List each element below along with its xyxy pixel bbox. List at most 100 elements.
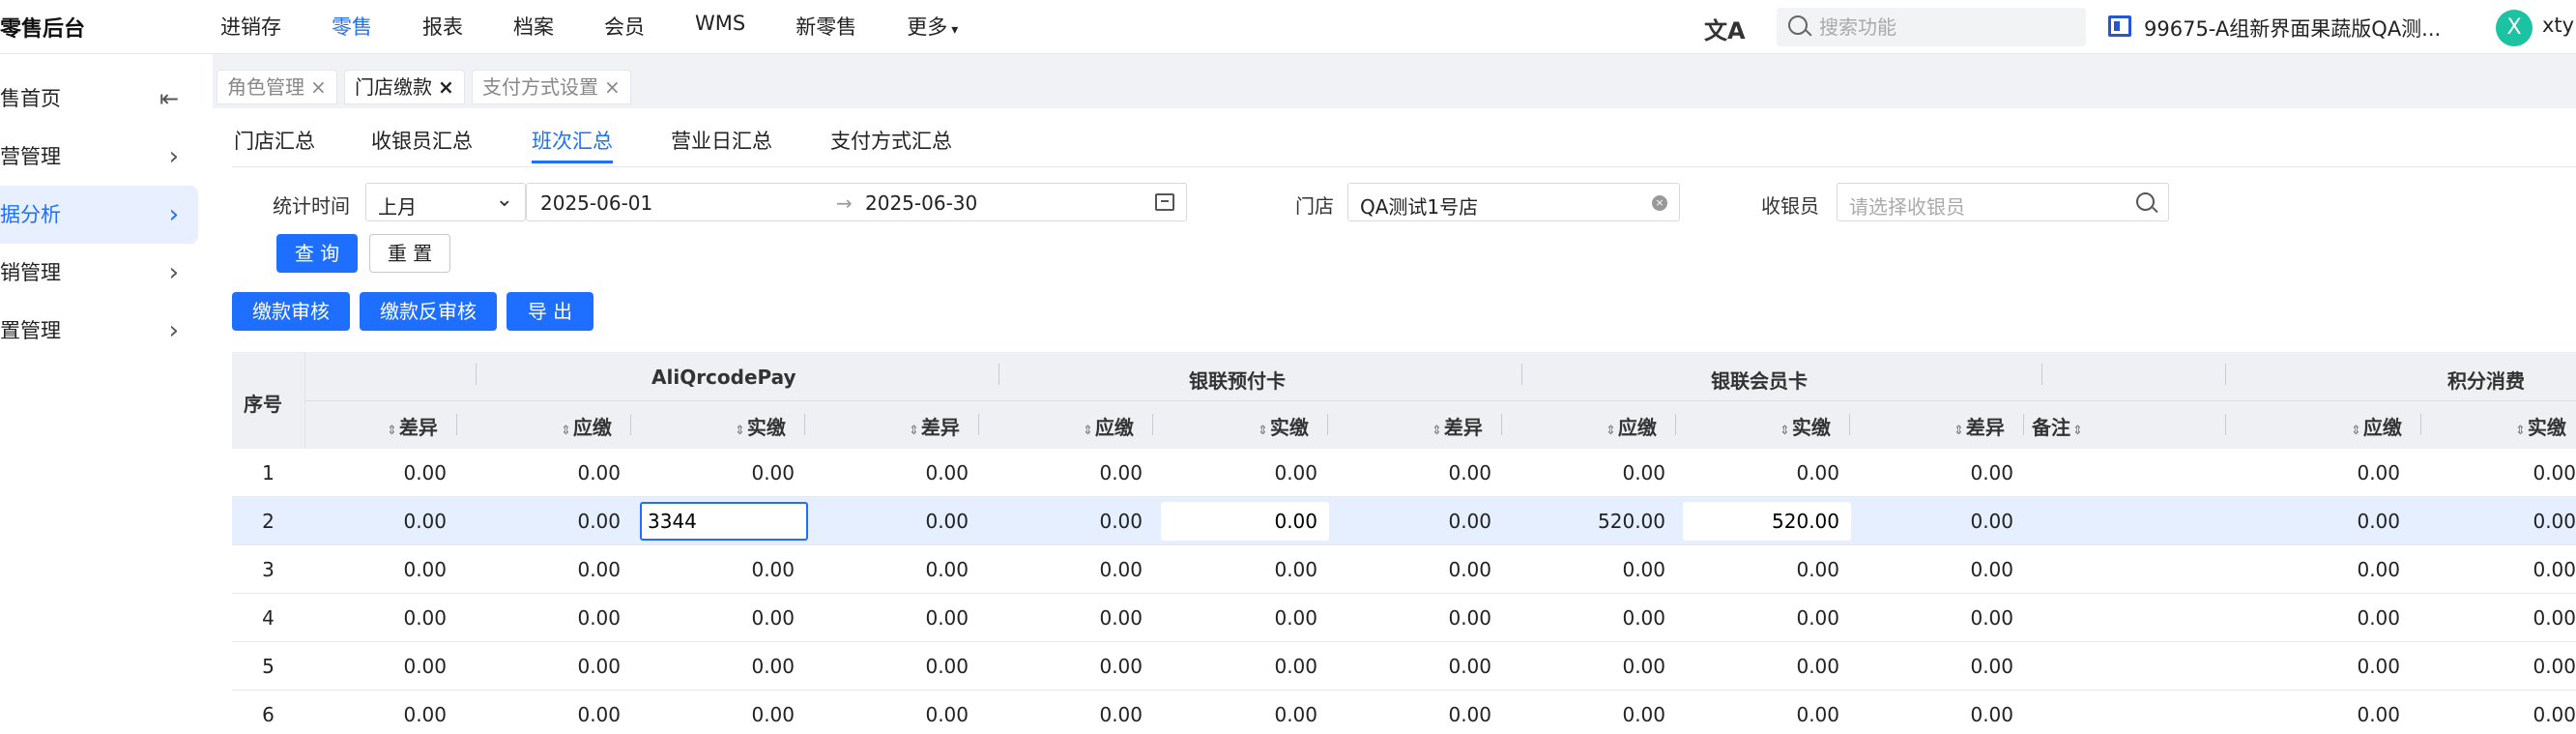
header-divider xyxy=(630,414,631,435)
sub-header-diff[interactable]: ⇕ 差异 xyxy=(1432,412,1483,440)
store-switcher[interactable]: 99675-A组新界面果蔬版QA测... xyxy=(2144,14,2441,43)
end-date[interactable]: 2025-06-30 xyxy=(865,191,977,215)
reset-button[interactable]: 重 置 xyxy=(369,234,450,273)
sort-icon[interactable]: ⇕ xyxy=(561,424,571,438)
table-row[interactable]: 20.000.000.000.000.00520.000.000.000.00 xyxy=(232,497,2576,545)
sub-header-due[interactable]: ⇕ 应缴 xyxy=(1083,412,1134,440)
subtab-cashier-summary[interactable]: 收银员汇总 xyxy=(371,126,473,155)
nav-item-members[interactable]: 会员 xyxy=(604,12,645,41)
table-cell: 0.00 xyxy=(925,606,969,630)
sort-icon[interactable]: ⇕ xyxy=(1083,424,1093,438)
clear-icon[interactable]: × xyxy=(1652,195,1667,211)
sidebar-item-promotion[interactable]: 销管理 › xyxy=(0,244,198,302)
header-divider xyxy=(1675,414,1676,435)
collapse-icon[interactable]: ⇤ xyxy=(159,70,179,128)
arrow-right-icon: → xyxy=(836,191,853,215)
paid-amount-input[interactable] xyxy=(1683,502,1851,541)
sub-header-label: 实缴 xyxy=(1269,416,1309,439)
sort-icon[interactable]: ⇕ xyxy=(2515,424,2526,438)
sidebar-item-label: 置管理 xyxy=(0,319,61,342)
subtab-store-summary[interactable]: 门店汇总 xyxy=(234,126,315,155)
nav-item-archive[interactable]: 档案 xyxy=(513,12,554,41)
table-cell: 0.00 xyxy=(1796,606,1839,630)
table-row[interactable]: 6 0.00 0.00 0.00 0.00 0.00 0.00 0.00 0.00 0.00 0.0… xyxy=(232,690,2576,734)
avatar[interactable]: X xyxy=(2496,10,2533,46)
nav-item-reports[interactable]: 报表 xyxy=(422,12,463,41)
table-cell: 0.00 xyxy=(925,655,969,678)
translate-icon[interactable]: 文A xyxy=(1704,12,1746,45)
sub-header-paid[interactable]: ⇕ 实缴 xyxy=(2515,412,2566,440)
search-icon[interactable] xyxy=(2136,192,2155,211)
store-select[interactable]: QA测试1号店 × xyxy=(1347,183,1680,221)
sub-header-remark[interactable]: 备注 ⇕ xyxy=(2032,412,2085,440)
sub-header-due[interactable]: ⇕ 应缴 xyxy=(2351,412,2402,440)
page-tabs-bar: 角色管理 × 门店缴款 × 支付方式设置 × xyxy=(213,54,2576,108)
sub-header-diff[interactable]: ⇕ 差异 xyxy=(387,412,438,440)
sidebar-item-settings[interactable]: 置管理 › xyxy=(0,302,198,360)
tab-role-management[interactable]: 角色管理 × xyxy=(217,70,337,104)
table-row[interactable]: 1 0.00 0.00 0.00 0.00 0.00 0.00 0.00 0.00 0.00 0.0… xyxy=(232,449,2576,497)
sort-icon[interactable]: ⇕ xyxy=(2072,424,2083,438)
table-cell: 0.00 xyxy=(1970,461,2013,484)
tab-payment-method-settings[interactable]: 支付方式设置 × xyxy=(472,70,631,104)
sort-icon[interactable]: ⇕ xyxy=(735,424,745,438)
sub-header-diff[interactable]: ⇕ 差异 xyxy=(1954,412,2005,440)
export-button[interactable]: 导 出 xyxy=(507,292,593,331)
close-icon[interactable]: × xyxy=(310,75,327,99)
paid-amount-input[interactable] xyxy=(640,502,808,541)
sort-icon[interactable]: ⇕ xyxy=(1954,424,1964,438)
table-cell: 0.00 xyxy=(925,703,969,726)
tab-store-payment[interactable]: 门店缴款 × xyxy=(344,70,465,104)
sidebar-item-data-analysis[interactable]: 据分析 › xyxy=(0,186,198,244)
sidebar-item-label: 据分析 xyxy=(0,203,61,226)
start-date[interactable]: 2025-06-01 xyxy=(540,191,652,215)
close-icon[interactable]: × xyxy=(438,75,454,99)
search-box[interactable] xyxy=(1777,8,2086,46)
period-select[interactable]: 上月 ⌄ xyxy=(365,183,526,221)
sub-header-diff[interactable]: ⇕ 差异 xyxy=(909,412,960,440)
close-icon[interactable]: × xyxy=(604,75,621,99)
table-row[interactable]: 3 0.00 0.00 0.00 0.00 0.00 0.00 0.00 0.00 0.00 0.0… xyxy=(232,545,2576,594)
sort-icon[interactable]: ⇕ xyxy=(1780,424,1790,438)
nav-item-retail[interactable]: 零售 xyxy=(332,12,372,41)
paid-amount-input[interactable] xyxy=(1161,502,1329,541)
sub-header-paid[interactable]: ⇕ 实缴 xyxy=(1258,412,1309,440)
table-cell: 0.00 xyxy=(2533,510,2576,533)
sort-icon[interactable]: ⇕ xyxy=(909,424,919,438)
nav-item-inventory[interactable]: 进销存 xyxy=(220,12,281,41)
header-divider xyxy=(1327,414,1328,435)
header-divider xyxy=(1501,414,1502,435)
subtab-shift-summary[interactable]: 班次汇总 xyxy=(532,126,613,163)
sort-icon[interactable]: ⇕ xyxy=(1432,424,1442,438)
query-button[interactable]: 查 询 xyxy=(276,234,358,273)
sub-header-due[interactable]: ⇕ 应缴 xyxy=(561,412,612,440)
username[interactable]: xty1 xyxy=(2542,14,2576,37)
sort-icon[interactable]: ⇕ xyxy=(2351,424,2361,438)
sub-header-due[interactable]: ⇕ 应缴 xyxy=(1606,412,1657,440)
payment-approve-button[interactable]: 缴款审核 xyxy=(232,292,350,331)
nav-item-more[interactable]: 更多 ▾ xyxy=(907,12,958,41)
nav-item-wms[interactable]: WMS xyxy=(695,12,745,41)
header-divider xyxy=(2023,414,2024,435)
date-range-picker[interactable]: 2025-06-01 → 2025-06-30 xyxy=(526,183,1187,221)
table-row[interactable]: 5 0.00 0.00 0.00 0.00 0.00 0.00 0.00 0.00 0.00 0.0… xyxy=(232,642,2576,690)
table-cell: 0.00 xyxy=(1448,703,1491,726)
sort-icon[interactable]: ⇕ xyxy=(1258,424,1268,438)
sort-icon[interactable]: ⇕ xyxy=(1606,424,1616,438)
sidebar-item-operations[interactable]: 营管理 › xyxy=(0,128,198,186)
cashier-select[interactable]: 请选择收银员 xyxy=(1837,183,2169,221)
nav-item-new-retail[interactable]: 新零售 xyxy=(796,12,856,41)
sub-header-paid[interactable]: ⇕ 实缴 xyxy=(1780,412,1831,440)
search-input[interactable] xyxy=(1819,8,2070,46)
subtab-business-day-summary[interactable]: 营业日汇总 xyxy=(671,126,772,155)
sub-header-label: 差异 xyxy=(398,416,438,439)
header-row-divider xyxy=(304,400,2576,401)
sort-icon[interactable]: ⇕ xyxy=(387,424,397,438)
sidebar-item-home[interactable]: 售首页 ⇤ xyxy=(0,70,198,128)
table-cell: 0.00 xyxy=(925,510,969,533)
sub-header-paid[interactable]: ⇕ 实缴 xyxy=(735,412,786,440)
subtab-payment-method-summary[interactable]: 支付方式汇总 xyxy=(830,126,952,155)
table-row[interactable]: 4 0.00 0.00 0.00 0.00 0.00 0.00 0.00 0.00 0.00 0.0… xyxy=(232,594,2576,642)
tab-label: 角色管理 xyxy=(227,75,304,99)
payment-unapprove-button[interactable]: 缴款反审核 xyxy=(360,292,497,331)
